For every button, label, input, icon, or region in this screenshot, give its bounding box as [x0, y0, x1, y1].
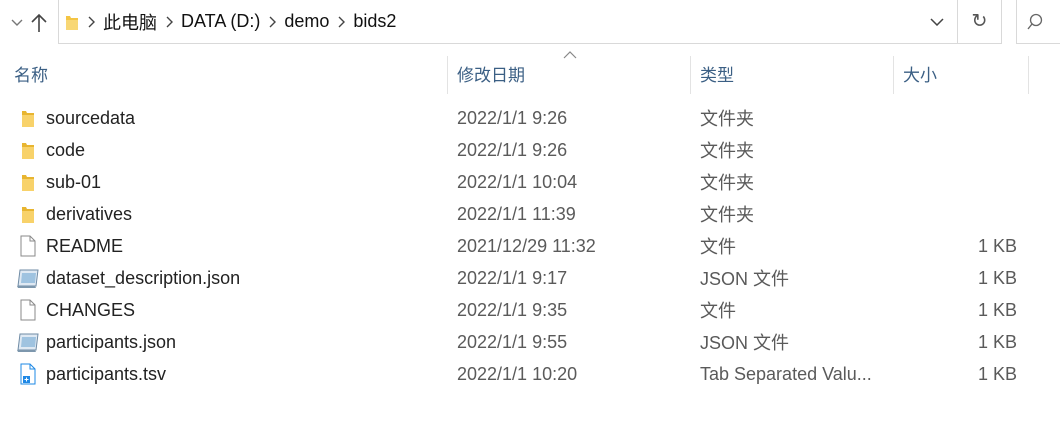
file-row[interactable]: README 2021/12/29 11:32 文件 1 KB: [0, 230, 1060, 262]
file-icon: [16, 294, 40, 326]
refresh-button[interactable]: ↻: [958, 0, 1002, 44]
file-type: JSON 文件: [700, 333, 790, 353]
file-type: 文件: [700, 301, 736, 321]
column-divider[interactable]: [690, 56, 691, 94]
file-date: 2022/1/1 9:26: [457, 107, 568, 128]
file-name[interactable]: participants.json: [46, 326, 441, 358]
column-header-type[interactable]: 类型: [700, 52, 890, 94]
file-type: 文件夹: [700, 141, 754, 161]
file-type: 文件夹: [700, 173, 754, 193]
file-row[interactable]: participants.json 2022/1/1 9:55 JSON 文件 …: [0, 326, 1060, 358]
file-date: 2022/1/1 9:55: [457, 331, 568, 352]
breadcrumb-drive[interactable]: DATA (D:): [181, 11, 260, 32]
file-date: 2021/12/29 11:32: [457, 235, 596, 256]
address-history-dropdown[interactable]: [917, 0, 957, 43]
file-row[interactable]: dataset_description.json 2022/1/1 9:17 J…: [0, 262, 1060, 294]
json-file-icon: [16, 262, 40, 294]
file-name[interactable]: participants.tsv: [46, 358, 441, 390]
file-name[interactable]: CHANGES: [46, 294, 441, 326]
chevron-right-icon[interactable]: [335, 16, 347, 28]
file-name[interactable]: README: [46, 230, 441, 262]
file-date: 2022/1/1 10:04: [457, 171, 578, 192]
file-name[interactable]: dataset_description.json: [46, 262, 441, 294]
file-icon: [16, 230, 40, 262]
column-header-size[interactable]: 大小: [903, 52, 1023, 94]
column-divider[interactable]: [1028, 56, 1029, 94]
navigation-bar: 此电脑 DATA (D:) demo bids2 ↻: [0, 0, 1060, 46]
file-type: 文件夹: [700, 109, 754, 129]
chevron-right-icon[interactable]: [85, 16, 97, 28]
file-size: [900, 102, 1017, 134]
file-explorer-window: 此电脑 DATA (D:) demo bids2 ↻ 名称 修改日期 类型 大小: [0, 0, 1060, 427]
file-row[interactable]: sub-01 2022/1/1 10:04 文件夹: [0, 166, 1060, 198]
file-date: 2022/1/1 9:35: [457, 299, 568, 320]
file-name[interactable]: code: [46, 134, 441, 166]
file-name[interactable]: derivatives: [46, 198, 441, 230]
folder-icon: [16, 198, 40, 230]
chevron-right-icon[interactable]: [163, 16, 175, 28]
file-size: [900, 134, 1017, 166]
refresh-icon: ↻: [971, 11, 988, 32]
folder-icon: [16, 166, 40, 198]
file-date: 2022/1/1 9:17: [457, 267, 568, 288]
breadcrumb-demo[interactable]: demo: [284, 11, 329, 32]
file-type: Tab Separated Valu...: [700, 363, 872, 384]
file-date: 2022/1/1 11:39: [457, 203, 576, 224]
column-divider[interactable]: [447, 56, 448, 94]
search-box[interactable]: [1016, 0, 1060, 44]
folder-icon: [16, 134, 40, 166]
search-icon: [1027, 13, 1043, 29]
file-size: [900, 198, 1017, 230]
file-date: 2022/1/1 9:26: [457, 139, 568, 160]
column-header-name[interactable]: 名称: [14, 52, 444, 94]
file-row[interactable]: CHANGES 2022/1/1 9:35 文件 1 KB: [0, 294, 1060, 326]
file-type: 文件: [700, 237, 736, 257]
arrow-up-icon: [31, 13, 47, 32]
chevron-down-icon: [11, 19, 23, 26]
file-list: sourcedata 2022/1/1 9:26 文件夹 code 2022/1…: [0, 102, 1060, 390]
folder-icon: [16, 102, 40, 134]
file-size: 1 KB: [977, 267, 1017, 288]
file-size: 1 KB: [977, 299, 1017, 320]
json-file-icon: [16, 326, 40, 358]
file-size: 1 KB: [977, 363, 1017, 384]
file-date: 2022/1/1 10:20: [457, 363, 578, 384]
file-row[interactable]: code 2022/1/1 9:26 文件夹: [0, 134, 1060, 166]
file-size: 1 KB: [977, 331, 1017, 352]
up-button[interactable]: [24, 4, 54, 42]
file-row[interactable]: derivatives 2022/1/1 11:39 文件夹: [0, 198, 1060, 230]
file-type: 文件夹: [700, 205, 754, 225]
chevron-right-icon[interactable]: [266, 16, 278, 28]
folder-icon: [65, 14, 79, 30]
file-row[interactable]: sourcedata 2022/1/1 9:26 文件夹: [0, 102, 1060, 134]
column-divider[interactable]: [893, 56, 894, 94]
file-name[interactable]: sub-01: [46, 166, 441, 198]
file-size: [900, 166, 1017, 198]
column-header-date[interactable]: 修改日期: [457, 52, 687, 94]
file-size: 1 KB: [977, 235, 1017, 256]
file-row[interactable]: participants.tsv 2022/1/1 10:20 Tab Sepa…: [0, 358, 1060, 390]
tsv-file-icon: [16, 358, 40, 390]
address-bar[interactable]: 此电脑 DATA (D:) demo bids2: [58, 0, 958, 44]
breadcrumb-current[interactable]: bids2: [353, 11, 396, 32]
file-type: JSON 文件: [700, 269, 790, 289]
chevron-down-icon: [930, 17, 944, 26]
column-header-row: 名称 修改日期 类型 大小: [0, 52, 1060, 94]
file-name[interactable]: sourcedata: [46, 102, 441, 134]
breadcrumb-this-pc[interactable]: 此电脑: [103, 9, 157, 35]
